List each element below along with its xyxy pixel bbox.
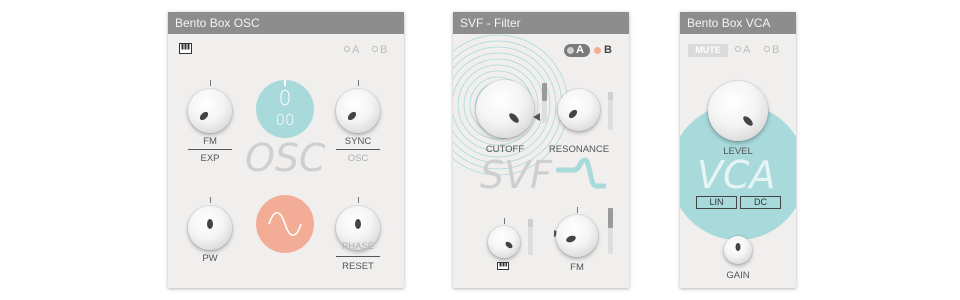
fm-knob-tick: [210, 80, 211, 86]
resonance-label: RESONANCE: [548, 144, 610, 155]
vca-select-a[interactable]: A: [735, 44, 750, 56]
cutoff-mod-arrow-icon: [533, 113, 540, 121]
radio-dot-icon: [567, 47, 574, 54]
cutoff-knob[interactable]: [476, 80, 534, 138]
cutoff-mod-slider[interactable]: [542, 83, 547, 123]
sync-knob[interactable]: [336, 89, 380, 133]
knob-pointer-icon: [743, 116, 753, 126]
octave-top-value: 0: [278, 86, 292, 110]
knob-pointer-icon: [505, 241, 513, 249]
resonance-mod-slider[interactable]: [608, 92, 613, 130]
filter-fm-knob[interactable]: [556, 215, 598, 257]
knob-pointer-icon: [568, 109, 578, 119]
waveform-display[interactable]: [256, 195, 314, 253]
octave-display[interactable]: 0 00: [256, 80, 314, 138]
sine-wave-icon: [268, 211, 302, 237]
knob-pointer-icon: [347, 111, 357, 121]
level-knob[interactable]: [708, 81, 768, 141]
lowpass-filter-icon: [556, 157, 606, 189]
radio-dot-icon: [344, 46, 350, 52]
slider-thumb[interactable]: [608, 92, 613, 100]
fm-knob[interactable]: [188, 89, 232, 133]
slider-thumb[interactable]: [608, 208, 613, 228]
sync-mode-label[interactable]: OSC: [336, 153, 380, 164]
slider-thumb[interactable]: [542, 83, 547, 101]
knob-pointer-icon: [566, 235, 576, 243]
osc-select-b[interactable]: B: [372, 44, 387, 56]
slider-thumb[interactable]: [528, 219, 533, 227]
resonance-knob[interactable]: [558, 89, 600, 131]
vca-big-label: VCA: [697, 153, 776, 197]
piano-keys-icon[interactable]: [179, 43, 192, 54]
phase-divider: [336, 256, 380, 257]
filter-module: SVF - Filter A B CUTOFF RESONANCE SVF FM: [453, 12, 629, 288]
pw-knob-tick: [210, 197, 211, 203]
radio-dot-icon: [764, 46, 770, 52]
phase-label: PHASE: [341, 241, 375, 252]
fm-label: FM: [203, 136, 217, 147]
osc-module: Bento Box OSC A B FM EXP 0 00 SYNC OSC O…: [168, 12, 404, 288]
filter-fm-label: FM: [570, 262, 584, 273]
knob-pointer-icon: [199, 111, 209, 121]
keytrack-knob-tick: [504, 218, 505, 224]
lin-mode-button[interactable]: LIN: [696, 196, 737, 209]
filter-fm-knob-tick: [577, 207, 578, 213]
radio-dot-icon: [372, 46, 378, 52]
vca-module: Bento Box VCA MUTE A B LEVEL VCA LIN DC …: [680, 12, 796, 288]
radio-dot-icon: [594, 47, 601, 54]
gain-label: GAIN: [726, 270, 750, 281]
svf-big-label: SVF: [480, 153, 552, 197]
sync-knob-tick: [358, 80, 359, 86]
piano-keys-icon: [497, 262, 509, 270]
knob-pointer-icon: [207, 219, 213, 229]
filter-select-a[interactable]: A: [564, 44, 590, 57]
dc-mode-button[interactable]: DC: [740, 196, 781, 209]
mute-button[interactable]: MUTE: [688, 44, 728, 57]
sync-label: SYNC: [344, 136, 372, 147]
filter-fm-slider[interactable]: [608, 208, 613, 254]
knob-pointer-icon: [735, 243, 741, 251]
reset-label[interactable]: RESET: [336, 261, 380, 272]
vca-title: Bento Box VCA: [680, 12, 796, 34]
phase-knob-tick: [358, 197, 359, 203]
osc-big-label: OSC: [245, 136, 326, 180]
osc-select-a[interactable]: A: [344, 44, 359, 56]
pw-label: PW: [202, 253, 218, 264]
osc-title: Bento Box OSC: [168, 12, 404, 34]
filter-select-b[interactable]: B: [594, 44, 618, 57]
pw-knob[interactable]: [188, 206, 232, 250]
vca-select-b[interactable]: B: [764, 44, 779, 56]
keytrack-knob[interactable]: [488, 226, 520, 258]
radio-dot-icon: [735, 46, 741, 52]
gain-knob[interactable]: [724, 236, 752, 264]
keytrack-slider[interactable]: [528, 219, 533, 255]
sync-divider: [336, 149, 380, 150]
fm-mode-label[interactable]: EXP: [188, 153, 232, 164]
octave-bottom-value: 00: [275, 111, 295, 129]
knob-pointer-icon: [509, 113, 519, 123]
fm-divider: [188, 149, 232, 150]
